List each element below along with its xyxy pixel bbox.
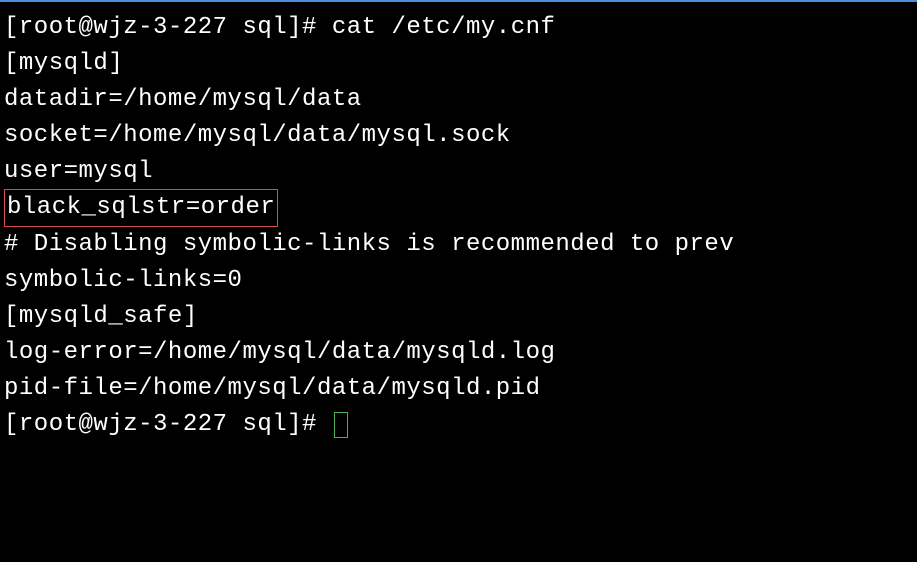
output-pid-file: pid-file=/home/mysql/data/mysqld.pid <box>4 371 913 407</box>
output-section-header-safe: [mysqld_safe] <box>4 299 913 335</box>
terminal-line-prompt[interactable]: [root@wjz-3-227 sql]# <box>4 407 913 443</box>
output-log-error: log-error=/home/mysql/data/mysqld.log <box>4 335 913 371</box>
cursor-icon <box>334 412 348 438</box>
output-symbolic-links: symbolic-links=0 <box>4 263 913 299</box>
highlight-annotation: black_sqlstr=order <box>4 189 278 227</box>
shell-prompt: [root@wjz-3-227 sql]# <box>4 14 332 41</box>
output-socket: socket=/home/mysql/data/mysql.sock <box>4 118 913 154</box>
output-user: user=mysql <box>4 154 913 190</box>
output-highlighted-line: black_sqlstr=order <box>4 190 913 227</box>
output-comment: # Disabling symbolic-links is recommende… <box>4 227 913 263</box>
shell-prompt: [root@wjz-3-227 sql]# <box>4 411 332 438</box>
output-section-header: [mysqld] <box>4 46 913 82</box>
terminal-line-command: [root@wjz-3-227 sql]# cat /etc/my.cnf <box>4 10 913 46</box>
output-datadir: datadir=/home/mysql/data <box>4 82 913 118</box>
command-text: cat /etc/my.cnf <box>332 14 556 41</box>
